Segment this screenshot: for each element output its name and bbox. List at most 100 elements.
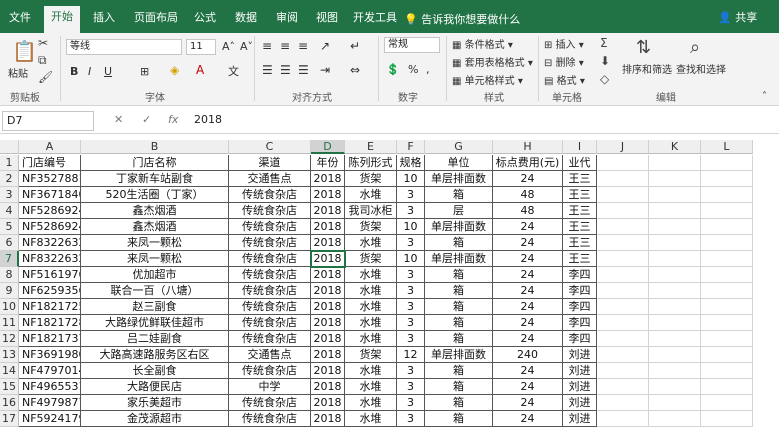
cell-G7[interactable]: 单层排面数 xyxy=(425,251,493,267)
cell-L5[interactable] xyxy=(701,219,753,235)
cell-L1[interactable] xyxy=(701,155,753,171)
row-header-15[interactable]: 15 xyxy=(0,379,19,395)
cell-K11[interactable] xyxy=(649,315,701,331)
wrap-text-icon[interactable]: ↵ xyxy=(350,39,360,53)
cell-H14[interactable]: 24 xyxy=(493,363,563,379)
cell-L14[interactable] xyxy=(701,363,753,379)
cell-I16[interactable]: 刘进 xyxy=(563,395,597,411)
align-left-icon[interactable]: ☰ xyxy=(262,63,273,77)
tab-1[interactable]: 开始 xyxy=(44,6,80,33)
cell-B11[interactable]: 大路绿优鲜联佳超市 xyxy=(81,315,229,331)
cell-G5[interactable]: 单层排面数 xyxy=(425,219,493,235)
cell-E16[interactable]: 水堆 xyxy=(345,395,397,411)
cell-D7[interactable]: 2018 xyxy=(311,251,345,267)
cell-K8[interactable] xyxy=(649,267,701,283)
cell-I1[interactable]: 业代 xyxy=(563,155,597,171)
format-cells-button[interactable]: ▤ 格式 ▾ xyxy=(544,72,585,87)
cell-K2[interactable] xyxy=(649,171,701,187)
sort-filter-icon[interactable]: ⇅ xyxy=(636,37,651,58)
cell-E11[interactable]: 水堆 xyxy=(345,315,397,331)
cell-D14[interactable]: 2018 xyxy=(311,363,345,379)
cell-G3[interactable]: 箱 xyxy=(425,187,493,203)
conditional-format-button[interactable]: ▦ 条件格式 ▾ xyxy=(452,36,513,51)
cell-A12[interactable]: NF1821737 xyxy=(19,331,81,347)
row-header-17[interactable]: 17 xyxy=(0,411,19,427)
cell-K7[interactable] xyxy=(649,251,701,267)
cell-B9[interactable]: 联合一百（八塘） xyxy=(81,283,229,299)
cell-A15[interactable]: NF4965531 xyxy=(19,379,81,395)
cell-D11[interactable]: 2018 xyxy=(311,315,345,331)
tab-4[interactable]: 公式 xyxy=(188,7,222,33)
cell-L17[interactable] xyxy=(701,411,753,427)
cell-J15[interactable] xyxy=(597,379,649,395)
cell-H15[interactable]: 24 xyxy=(493,379,563,395)
cell-G13[interactable]: 单层排面数 xyxy=(425,347,493,363)
enter-icon[interactable]: ✓ xyxy=(142,113,151,126)
row-header-12[interactable]: 12 xyxy=(0,331,19,347)
comma-icon[interactable]: , xyxy=(426,63,430,76)
cell-A3[interactable]: NF3671840 xyxy=(19,187,81,203)
cell-L13[interactable] xyxy=(701,347,753,363)
cancel-icon[interactable]: ✕ xyxy=(114,113,123,126)
cell-D9[interactable]: 2018 xyxy=(311,283,345,299)
cell-G1[interactable]: 单位 xyxy=(425,155,493,171)
cell-E3[interactable]: 水堆 xyxy=(345,187,397,203)
cell-F3[interactable]: 3 xyxy=(397,187,425,203)
cell-style-button[interactable]: ▦ 单元格样式 ▾ xyxy=(452,72,523,87)
cell-H13[interactable]: 240 xyxy=(493,347,563,363)
cell-A1[interactable]: 门店编号 xyxy=(19,155,81,171)
row-header-13[interactable]: 13 xyxy=(0,347,19,363)
cell-F17[interactable]: 3 xyxy=(397,411,425,427)
cell-I3[interactable]: 王三 xyxy=(563,187,597,203)
currency-icon[interactable]: 💲 xyxy=(386,63,400,76)
cell-B17[interactable]: 金茂源超市 xyxy=(81,411,229,427)
cell-D16[interactable]: 2018 xyxy=(311,395,345,411)
cell-I7[interactable]: 王三 xyxy=(563,251,597,267)
cell-L15[interactable] xyxy=(701,379,753,395)
cell-J12[interactable] xyxy=(597,331,649,347)
cell-G10[interactable]: 箱 xyxy=(425,299,493,315)
cell-F8[interactable]: 3 xyxy=(397,267,425,283)
italic-icon[interactable]: I xyxy=(88,65,91,78)
format-painter-icon[interactable]: 🖌 xyxy=(38,70,53,84)
cell-L12[interactable] xyxy=(701,331,753,347)
cell-C11[interactable]: 传统食杂店 xyxy=(229,315,311,331)
cell-B15[interactable]: 大路便民店 xyxy=(81,379,229,395)
cell-C17[interactable]: 传统食杂店 xyxy=(229,411,311,427)
cell-I12[interactable]: 李四 xyxy=(563,331,597,347)
cell-C7[interactable]: 传统食杂店 xyxy=(229,251,311,267)
cell-L11[interactable] xyxy=(701,315,753,331)
column-header-K[interactable]: K xyxy=(649,140,701,154)
cell-I13[interactable]: 刘进 xyxy=(563,347,597,363)
cell-I14[interactable]: 刘进 xyxy=(563,363,597,379)
cell-E2[interactable]: 货架 xyxy=(345,171,397,187)
delete-cells-button[interactable]: ⊟ 删除 ▾ xyxy=(544,54,584,69)
cell-B14[interactable]: 长全副食 xyxy=(81,363,229,379)
paste-button[interactable]: 粘贴 xyxy=(8,65,28,80)
row-header-5[interactable]: 5 xyxy=(0,219,19,235)
cell-C16[interactable]: 传统食杂店 xyxy=(229,395,311,411)
row-header-1[interactable]: 1 xyxy=(0,155,19,171)
row-header-8[interactable]: 8 xyxy=(0,267,19,283)
cell-J7[interactable] xyxy=(597,251,649,267)
cell-K14[interactable] xyxy=(649,363,701,379)
cell-F12[interactable]: 3 xyxy=(397,331,425,347)
cell-G2[interactable]: 单层排面数 xyxy=(425,171,493,187)
tab-8[interactable]: 开发工具 xyxy=(350,7,400,33)
cell-B13[interactable]: 大路高速路服务区右区 xyxy=(81,347,229,363)
cell-K3[interactable] xyxy=(649,187,701,203)
cell-C5[interactable]: 传统食杂店 xyxy=(229,219,311,235)
cell-E8[interactable]: 水堆 xyxy=(345,267,397,283)
cell-A14[interactable]: NF4797014 xyxy=(19,363,81,379)
column-header-A[interactable]: A xyxy=(19,140,81,154)
cell-J5[interactable] xyxy=(597,219,649,235)
tab-5[interactable]: 数据 xyxy=(228,7,264,33)
find-select-icon[interactable]: ⌕ xyxy=(690,37,700,58)
cell-G17[interactable]: 箱 xyxy=(425,411,493,427)
cell-B1[interactable]: 门店名称 xyxy=(81,155,229,171)
cell-C4[interactable]: 传统食杂店 xyxy=(229,203,311,219)
cell-H6[interactable]: 24 xyxy=(493,235,563,251)
cell-K9[interactable] xyxy=(649,283,701,299)
cell-A6[interactable]: NF8322632 xyxy=(19,235,81,251)
align-bottom-icon[interactable]: ≡ xyxy=(298,39,308,53)
